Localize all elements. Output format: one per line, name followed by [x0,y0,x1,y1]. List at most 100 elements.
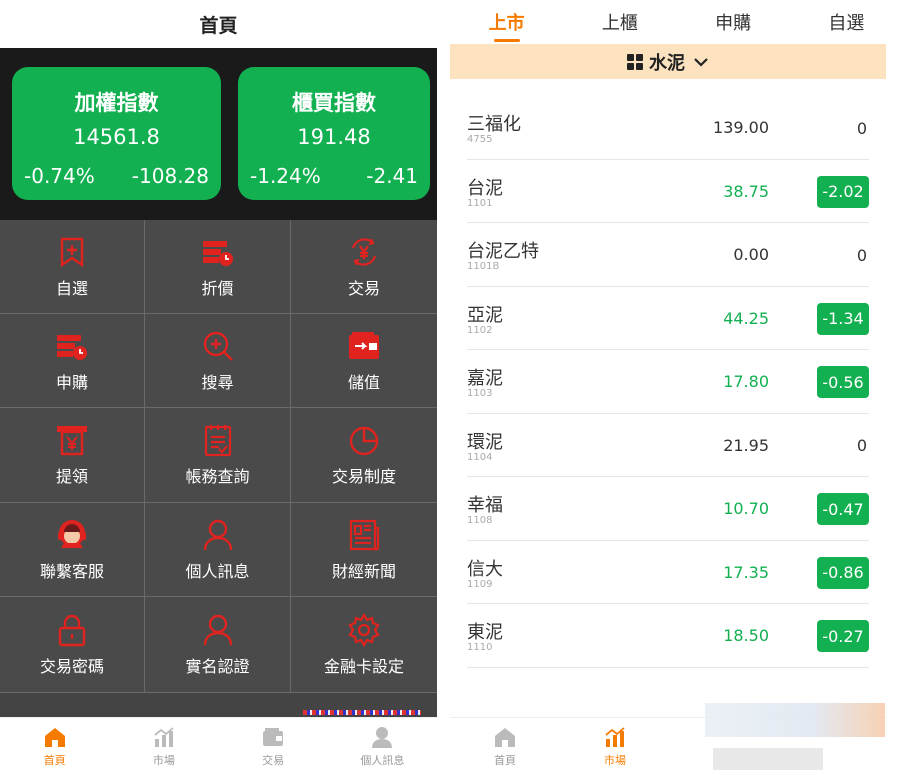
stock-code: 1103 [467,388,493,399]
menu-item-discount[interactable]: 折價 [145,220,291,314]
stock-name: 東泥 [467,622,503,643]
menu-item-subscribe[interactable]: 申購 [0,314,145,408]
category-selector[interactable]: 水泥 [450,44,886,79]
menu-item-trade-rules[interactable]: 交易制度 [291,408,437,503]
search-icon [203,331,233,361]
index-card-taiex[interactable]: 加權指數 14561.8 -0.74% -108.28 [12,67,221,200]
tab-label: 首頁 [494,754,516,767]
menu-item-withdraw[interactable]: 提領 [0,408,145,503]
menu-item-trade[interactable]: 交易 [291,220,437,314]
menu-item-label: 自選 [55,278,88,298]
stock-row[interactable]: 三福化 4755 139.00 0 [467,96,869,160]
obscured-region [713,748,823,770]
stock-price: 0.00 [733,245,769,264]
menu-item-trade-password[interactable]: 交易密碼 [0,597,145,693]
stock-name: 幸福 [467,495,503,516]
menu-item-label: 儲值 [347,372,380,392]
stock-change: 0 [856,245,867,265]
menu-item-deposit[interactable]: 儲值 [291,314,437,408]
index-value: 14561.8 [73,125,160,149]
discount-stack-icon [202,240,233,266]
ledger-icon [204,425,231,457]
stock-price: 10.70 [723,499,769,518]
menu-item-label: 交易 [347,278,380,298]
tab-subscription[interactable]: 申購 [677,0,790,44]
ad-banner-thumbnail[interactable] [303,710,421,715]
home-screen: 首頁 加權指數 14561.8 -0.74% -108.28 櫃買指數 191.… [0,0,437,775]
bookmark-plus-icon [60,237,84,267]
app-root: 首頁 加權指數 14561.8 -0.74% -108.28 櫃買指數 191.… [0,0,903,775]
gear-icon [348,612,380,647]
stock-row[interactable]: 幸福 1108 10.70 -0.47 [467,477,869,541]
menu-item-account-query[interactable]: 帳務查詢 [145,408,291,503]
stock-name: 亞泥 [467,304,503,326]
stock-name: 嘉泥 [467,368,503,389]
stock-code: 1101B [467,261,500,272]
stock-row[interactable]: 台泥乙特 1101B 0.00 0 [467,223,869,287]
menu-item-customer-service[interactable]: 聯繫客服 [0,503,145,597]
stock-name: 台泥 [467,177,503,199]
stock-list: 三福化 4755 139.00 0 台泥 1101 38.75 -2.02 台泥… [467,96,869,668]
stock-name: 環泥 [467,431,503,453]
atm-withdraw-icon [57,426,87,456]
menu-item-news[interactable]: 財經新聞 [291,503,437,597]
user-verify-icon [203,614,232,645]
tab-home[interactable]: 首頁 [0,718,109,775]
lock-icon [58,614,86,646]
menu-item-label: 聯繫客服 [39,561,104,581]
menu-item-identity-verify[interactable]: 實名認證 [145,597,291,693]
menu-item-label: 申購 [55,372,88,392]
menu-item-label: 帳務查詢 [185,467,250,486]
stock-code: 4755 [467,134,493,145]
tab-listed[interactable]: 上市 [450,0,563,44]
stock-row[interactable]: 嘉泥 1103 17.80 -0.56 [467,350,869,414]
stock-row[interactable]: 台泥 1101 38.75 -2.02 [467,160,869,223]
index-change: -108.28 [131,164,209,188]
index-percent: -1.24% [250,164,321,188]
tab-trade[interactable]: 交易 [219,718,328,775]
home-icon [44,728,65,747]
menu-item-card-settings[interactable]: 金融卡設定 [291,597,437,693]
stock-code: 1102 [467,324,493,336]
market-screen: 上市 上櫃 申購 自選 水泥 三福化 4755 139.00 0 台泥 1101… [450,0,903,775]
menu-item-profile[interactable]: 個人訊息 [145,503,291,597]
tab-home[interactable]: 首頁 [450,718,560,775]
tab-profile[interactable]: 個人訊息 [328,718,437,775]
bottom-tab-bar: 首頁 市場 交易 個人訊息 [0,717,437,775]
stock-price: 17.80 [723,372,769,391]
menu-item-label: 交易制度 [331,467,396,486]
stock-row[interactable]: 信大 1109 17.35 -0.86 [467,541,869,604]
tab-label: 市場 [604,754,626,767]
menu-item-label: 折價 [201,278,234,298]
wallet-icon [263,728,284,746]
menu-item-label: 金融卡設定 [323,656,404,676]
user-icon [203,519,232,550]
home-header: 首頁 [0,0,437,48]
ad-strip [0,693,437,717]
menu-item-label: 個人訊息 [185,561,250,581]
tab-market[interactable]: 市場 [560,718,670,775]
stock-price: 21.95 [723,435,769,455]
stock-change: -0.86 [817,556,869,589]
stock-row[interactable]: 東泥 1110 18.50 -0.27 [467,604,869,668]
tab-market[interactable]: 市場 [109,718,218,775]
chevron-down-icon [694,57,708,67]
stock-row[interactable]: 環泥 1104 21.95 0 [467,414,869,477]
stock-code: 1109 [467,578,493,590]
tab-otc[interactable]: 上櫃 [563,0,676,44]
index-percent: -0.74% [24,164,95,188]
menu-item-watchlist[interactable]: 自選 [0,220,145,314]
index-change: -2.41 [366,164,418,188]
tab-watchlist[interactable]: 自選 [790,0,903,44]
stock-price: 17.35 [723,562,769,582]
tab-label: 個人訊息 [360,754,405,767]
index-card-otc[interactable]: 櫃買指數 191.48 -1.24% -2.41 [238,67,430,200]
menu-item-search[interactable]: 搜尋 [145,314,291,408]
stock-row[interactable]: 亞泥 1102 44.25 -1.34 [467,287,869,350]
stock-price: 139.00 [713,118,769,137]
stock-code: 1104 [467,451,493,463]
customer-service-icon [58,519,86,548]
stock-name: 信大 [467,558,503,580]
menu-item-label: 財經新聞 [331,561,396,581]
stock-change: 0 [856,436,867,455]
